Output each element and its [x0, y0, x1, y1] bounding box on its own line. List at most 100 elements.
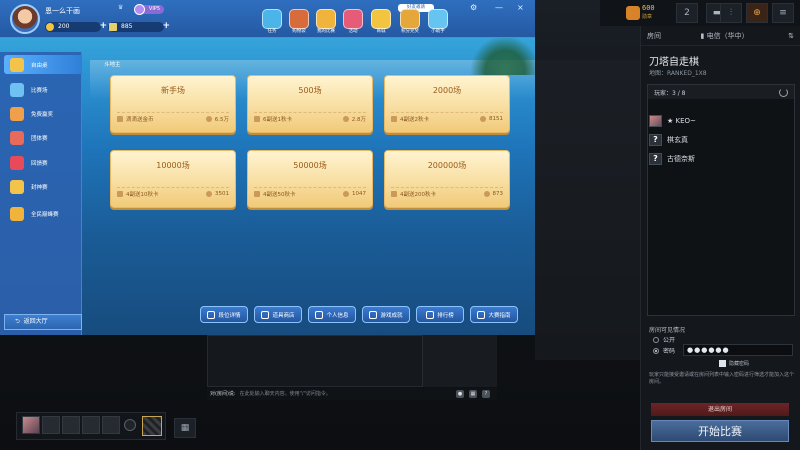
leaderboard-button[interactable]: 排行榜 [416, 306, 464, 323]
room-players: 873 [492, 190, 504, 197]
button-icon [261, 310, 270, 319]
radio-public[interactable]: 公开 [653, 335, 675, 344]
match-icon[interactable] [316, 9, 336, 29]
sidebar-item[interactable]: 回馈赛 [4, 153, 82, 172]
radio-password[interactable]: 密码 [653, 346, 675, 355]
room-card[interactable]: 200000场 4副送200秋卡 873 [384, 150, 510, 208]
sort-icon[interactable]: ⇅ [788, 32, 794, 40]
task-icon[interactable] [262, 9, 282, 29]
chat-input[interactable]: 对(房间)说: 在此处输入聊天内容。使用"/"访问指令。 [207, 388, 497, 400]
close-icon[interactable]: × [517, 3, 524, 12]
network-label: ▮ 电信（华中） [700, 31, 749, 40]
add-coupon-button[interactable]: + [162, 21, 170, 31]
button-label: 大赛指南 [488, 312, 511, 319]
players-icon [343, 190, 349, 197]
tournament-guide-button[interactable]: 大赛指南 [470, 306, 518, 323]
lottery-icon[interactable] [400, 9, 420, 29]
room-reward: 4副送2秋卡 [400, 116, 429, 123]
sidebar-item[interactable]: 自由桌 [4, 55, 82, 74]
top-icon-label: 我的比赛 [317, 29, 335, 34]
grid-menu-icon[interactable]: ▦ [174, 418, 196, 438]
settings-icon[interactable]: ⫶ [720, 3, 742, 23]
button-label: 道具商店 [272, 312, 295, 319]
item-shop-button[interactable]: 道具商店 [254, 306, 302, 323]
hero-slot[interactable] [102, 416, 120, 434]
vip-badge[interactable]: VIP5 [134, 4, 164, 15]
add-gold-button[interactable]: + [99, 21, 107, 31]
sidebar-item[interactable]: 全民巅峰赛 [4, 204, 82, 223]
top-icon-label: 购物袋 [292, 29, 306, 34]
room-card[interactable]: 2000场 4副送2秋卡 8151 [384, 75, 510, 133]
helper-icon[interactable] [428, 9, 448, 29]
hero-slot[interactable] [42, 416, 60, 434]
room-card[interactable]: 新手场 滴滴送金币 6.5万 [110, 75, 236, 133]
username: 恩一么干画 [45, 7, 80, 15]
sidebar-item-icon [10, 130, 24, 145]
visibility-note: 玩家只能接受邀请或在房间列表中输入密码进行筛选才能加入这个房间。 [649, 372, 795, 385]
shop-icon[interactable] [371, 9, 391, 29]
selected-item-icon[interactable] [142, 416, 162, 436]
sidebar-item[interactable]: 免费赢奖 [4, 104, 82, 123]
button-icon [315, 310, 324, 319]
image-icon[interactable]: ▦ [469, 390, 477, 398]
button-label: 游戏成就 [380, 312, 403, 319]
hide-password-checkbox[interactable]: 隐藏密码 [719, 360, 749, 367]
reward-icon [254, 115, 260, 122]
bag-icon[interactable] [289, 9, 309, 29]
reward-icon [117, 115, 123, 122]
plus-badge-icon[interactable]: ⊕ [746, 3, 768, 23]
hero-slot[interactable] [22, 416, 40, 434]
avatar[interactable] [10, 4, 40, 34]
player-count: 玩家：3 / 8 [648, 85, 794, 99]
room-card[interactable]: 50000场 4副送50秋卡 1047 [247, 150, 373, 208]
player-row[interactable]: ? 古德奈斯 [649, 152, 695, 166]
sidebar-item-label: 免费赢奖 [31, 111, 54, 118]
sidebar-item[interactable]: 比赛场 [4, 80, 82, 99]
button-icon [477, 310, 486, 319]
room-reward: 4副送10秋卡 [126, 191, 159, 198]
room-card[interactable]: 10000场 4副送10秋卡 3501 [110, 150, 236, 208]
game-window: 恩一么干画 ♛ VIP5 200 + 885 + 好友邀请 ⚙ — × 任务 购物袋我… [0, 0, 535, 335]
sidebar-item-label: 自由桌 [31, 62, 48, 69]
sidebar-item-icon [10, 57, 24, 72]
player-row[interactable]: ★ KEO~ [649, 114, 696, 128]
hero-slot[interactable] [62, 416, 80, 434]
sidebar-item-icon [10, 82, 24, 97]
sidebar-item-icon [10, 179, 24, 194]
emoji-icon[interactable]: ● [456, 390, 464, 398]
breadcrumb: 斗地主 [104, 62, 121, 68]
profile-button[interactable]: 个人信息 [308, 306, 356, 323]
reward-icon [391, 115, 397, 122]
hero-slot[interactable] [82, 416, 100, 434]
sidebar-item[interactable]: 封神赛 [4, 177, 82, 196]
notifications-button[interactable]: 2 [676, 3, 698, 23]
unknown-avatar-icon: ? [649, 153, 662, 165]
sidebar-item-label: 团体赛 [31, 135, 48, 142]
sidebar-item-label: 封神赛 [31, 184, 48, 191]
players-icon [480, 115, 486, 122]
lobby-title: 刀塔自走棋 [649, 57, 699, 68]
back-to-lobby-button[interactable]: ⮌ 返回大厅 [4, 314, 82, 330]
button-label: 段位详情 [218, 312, 241, 319]
room-info: 4副送2秋卡 8151 [391, 112, 503, 124]
visibility-title: 房间可见情况 [649, 327, 686, 334]
button-icon [369, 310, 378, 319]
rank-detail-button[interactable]: 段位详情 [200, 306, 248, 323]
leave-room-button[interactable]: 退出房间 [651, 403, 789, 416]
help-icon[interactable]: ? [482, 390, 490, 398]
menu-icon[interactable]: ≡ [772, 3, 794, 23]
start-match-button[interactable]: 开始比赛 [651, 420, 789, 442]
room-title: 50000场 [293, 161, 327, 170]
status-dot-icon[interactable] [124, 419, 136, 431]
password-field[interactable]: ●●●●●● [683, 344, 793, 356]
player-row[interactable]: ? 棋玄真 [649, 133, 688, 147]
sidebar-item[interactable]: 团体赛 [4, 128, 82, 147]
achievements-button[interactable]: 游戏成就 [362, 306, 410, 323]
minimize-icon[interactable]: — [495, 3, 503, 12]
lobby-tab[interactable]: 房间 [647, 31, 661, 41]
lobby-panel: 房间 ▮ 电信（华中） ⇅ 刀塔自走棋 地图：RANKED_1X8 玩家：3 /… [640, 26, 800, 450]
settings-icon[interactable]: ⚙ [470, 3, 477, 12]
sidebar-item-label: 比赛场 [31, 87, 48, 94]
activity-icon[interactable] [343, 9, 363, 29]
room-card[interactable]: 500场 6副送1秋卡 2.8万 [247, 75, 373, 133]
